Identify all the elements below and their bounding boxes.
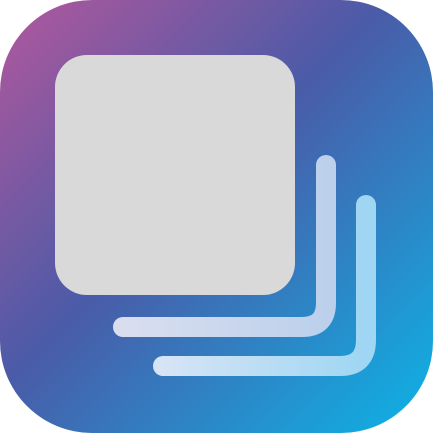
app-icon[interactable] xyxy=(0,0,433,433)
stacked-layers-icon xyxy=(0,0,433,433)
front-card xyxy=(55,55,295,295)
